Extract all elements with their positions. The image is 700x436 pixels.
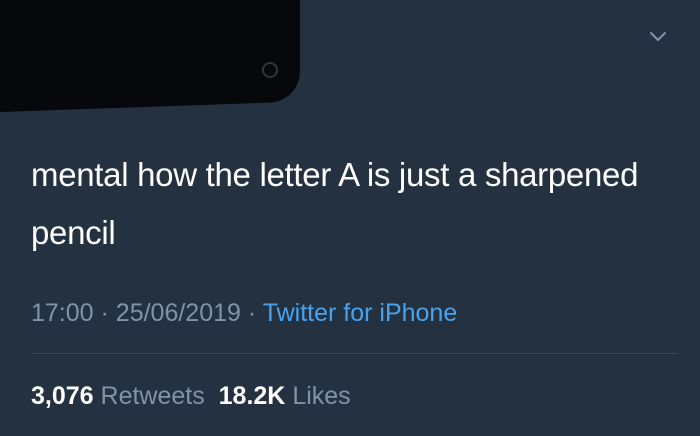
engagement-stats: 3,076 Retweets 18.2K Likes — [31, 379, 351, 413]
tweet-metadata: 17:00 · 25/06/2019 · Twitter for iPhone — [31, 296, 457, 330]
retweets-label: Retweets — [100, 382, 205, 410]
tweet-time: 17:00 — [31, 299, 94, 327]
retweets-stat[interactable]: 3,076 Retweets — [31, 382, 205, 410]
meta-separator: · — [100, 299, 109, 327]
tweet-source-link[interactable]: Twitter for iPhone — [263, 299, 458, 327]
divider — [31, 353, 678, 354]
redacted-verified-mark — [262, 62, 278, 78]
likes-stat[interactable]: 18.2K Likes — [219, 382, 351, 410]
chevron-down-icon[interactable] — [648, 26, 668, 46]
meta-separator: · — [247, 299, 257, 327]
tweet-text: mental how the letter A is just a sharpe… — [31, 156, 639, 251]
retweets-count: 3,076 — [31, 382, 94, 410]
tweet-date: 25/06/2019 — [115, 299, 241, 327]
redacted-profile-header — [0, 0, 300, 112]
likes-count: 18.2K — [218, 382, 286, 410]
likes-label: Likes — [292, 382, 351, 410]
